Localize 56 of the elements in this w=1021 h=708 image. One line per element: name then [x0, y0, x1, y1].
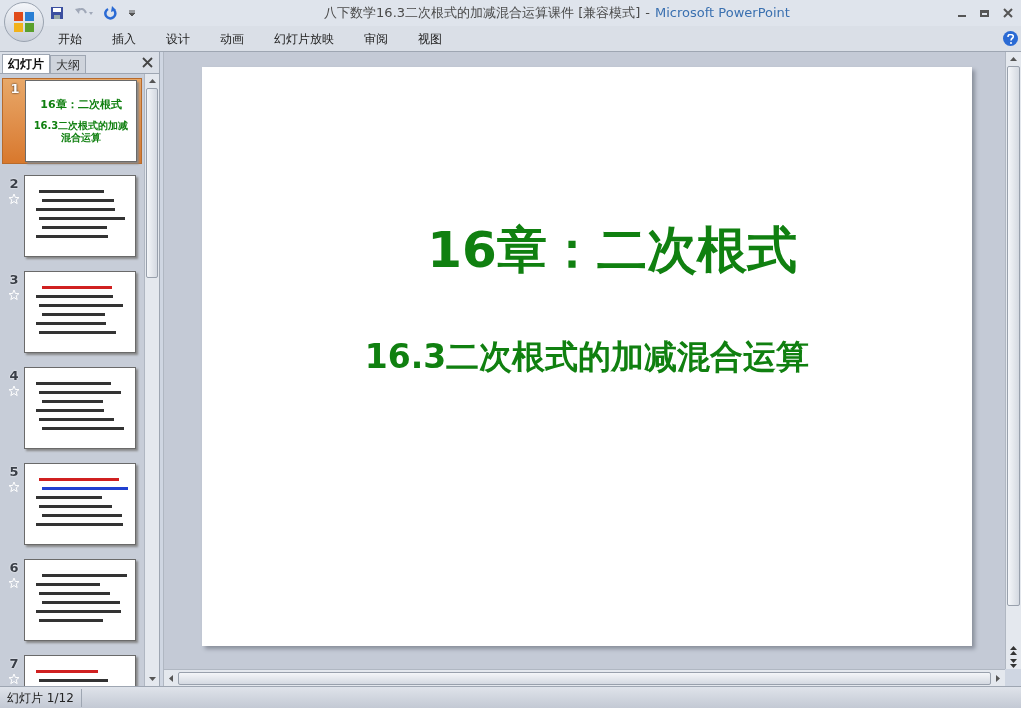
vertical-scrollbar[interactable] [1005, 52, 1021, 669]
slide-thumbnail[interactable] [24, 367, 136, 449]
scroll-thumb[interactable] [178, 671, 991, 685]
thumbnail-subtitle: 16.3二次根式的加减混合运算 [32, 119, 130, 144]
panel-tab[interactable]: 大纲 [50, 55, 86, 73]
slide-indicator: 幻灯片 1/12 [0, 688, 82, 707]
slide-thumbnail-row[interactable]: 3 [2, 270, 142, 356]
slide-thumbnail[interactable] [24, 559, 136, 641]
ribbon-tab[interactable]: 视图 [418, 29, 442, 48]
vertical-scrollbar[interactable] [144, 74, 159, 686]
slide-thumbnail[interactable] [24, 271, 136, 353]
office-button[interactable] [4, 2, 44, 42]
slide-number: 1 [10, 81, 20, 96]
ribbon-tab[interactable]: 动画 [220, 29, 244, 48]
slide-thumbnail[interactable] [24, 175, 136, 257]
slide-thumbnail[interactable]: 16章：二次根式 16.3二次根式的加减混合运算 [25, 80, 137, 162]
save-icon[interactable] [50, 6, 64, 20]
slide-number: 6 [9, 560, 19, 575]
ribbon-tab[interactable]: 插入 [112, 29, 136, 48]
slide-thumbnail-row[interactable]: 7 [2, 654, 142, 686]
slide-canvas[interactable]: 16章：二次根式 16.3二次根式的加减混合运算 [202, 67, 972, 646]
slide-thumbnail-row[interactable]: 5 [2, 462, 142, 548]
restore-button[interactable] [980, 9, 989, 17]
slide-number: 3 [9, 272, 19, 287]
slide-thumbnail[interactable] [24, 463, 136, 545]
next-slide-icon[interactable] [1009, 657, 1018, 669]
previous-slide-icon[interactable] [1009, 645, 1018, 657]
dropdown-caret-icon[interactable] [128, 9, 136, 17]
ribbon-tab[interactable]: 审阅 [364, 29, 388, 48]
slide-number: 4 [9, 368, 19, 383]
slide-thumbnail-row[interactable]: 6 [2, 558, 142, 644]
horizontal-scrollbar[interactable] [164, 669, 1005, 686]
slide-thumbnail-row[interactable]: 2 [2, 174, 142, 260]
ribbon-tab[interactable]: 设计 [166, 29, 190, 48]
slide-title[interactable]: 16章：二次根式 [427, 225, 797, 275]
panel-tab[interactable]: 幻灯片 [2, 54, 50, 73]
ribbon-tab[interactable]: 开始 [58, 29, 82, 48]
window-title: 八下数学16.3二次根式的加减混合运算课件 [兼容模式] [324, 4, 641, 23]
slide-number: 5 [9, 464, 19, 479]
help-button[interactable] [1003, 31, 1018, 46]
office-logo-icon [12, 10, 36, 34]
close-icon[interactable] [1003, 8, 1013, 18]
slide-subtitle[interactable]: 16.3二次根式的加减混合运算 [364, 340, 810, 373]
app-name: Microsoft PowerPoint [655, 4, 790, 23]
slide-number: 7 [9, 656, 19, 671]
slide-number: 2 [9, 176, 19, 191]
title-separator: - [645, 4, 651, 23]
close-icon[interactable] [142, 57, 153, 68]
help-icon [1006, 33, 1015, 44]
scroll-thumb[interactable] [1007, 66, 1020, 606]
ribbon-tab[interactable]: 幻灯片放映 [274, 29, 334, 48]
slide-thumbnail-row[interactable]: 4 [2, 366, 142, 452]
slide-thumbnail-row[interactable]: 1 16章：二次根式 16.3二次根式的加减混合运算 [2, 78, 142, 164]
thumbnail-title: 16章：二次根式 [40, 98, 122, 110]
redo-icon[interactable] [104, 6, 118, 20]
scroll-thumb[interactable] [146, 88, 158, 278]
